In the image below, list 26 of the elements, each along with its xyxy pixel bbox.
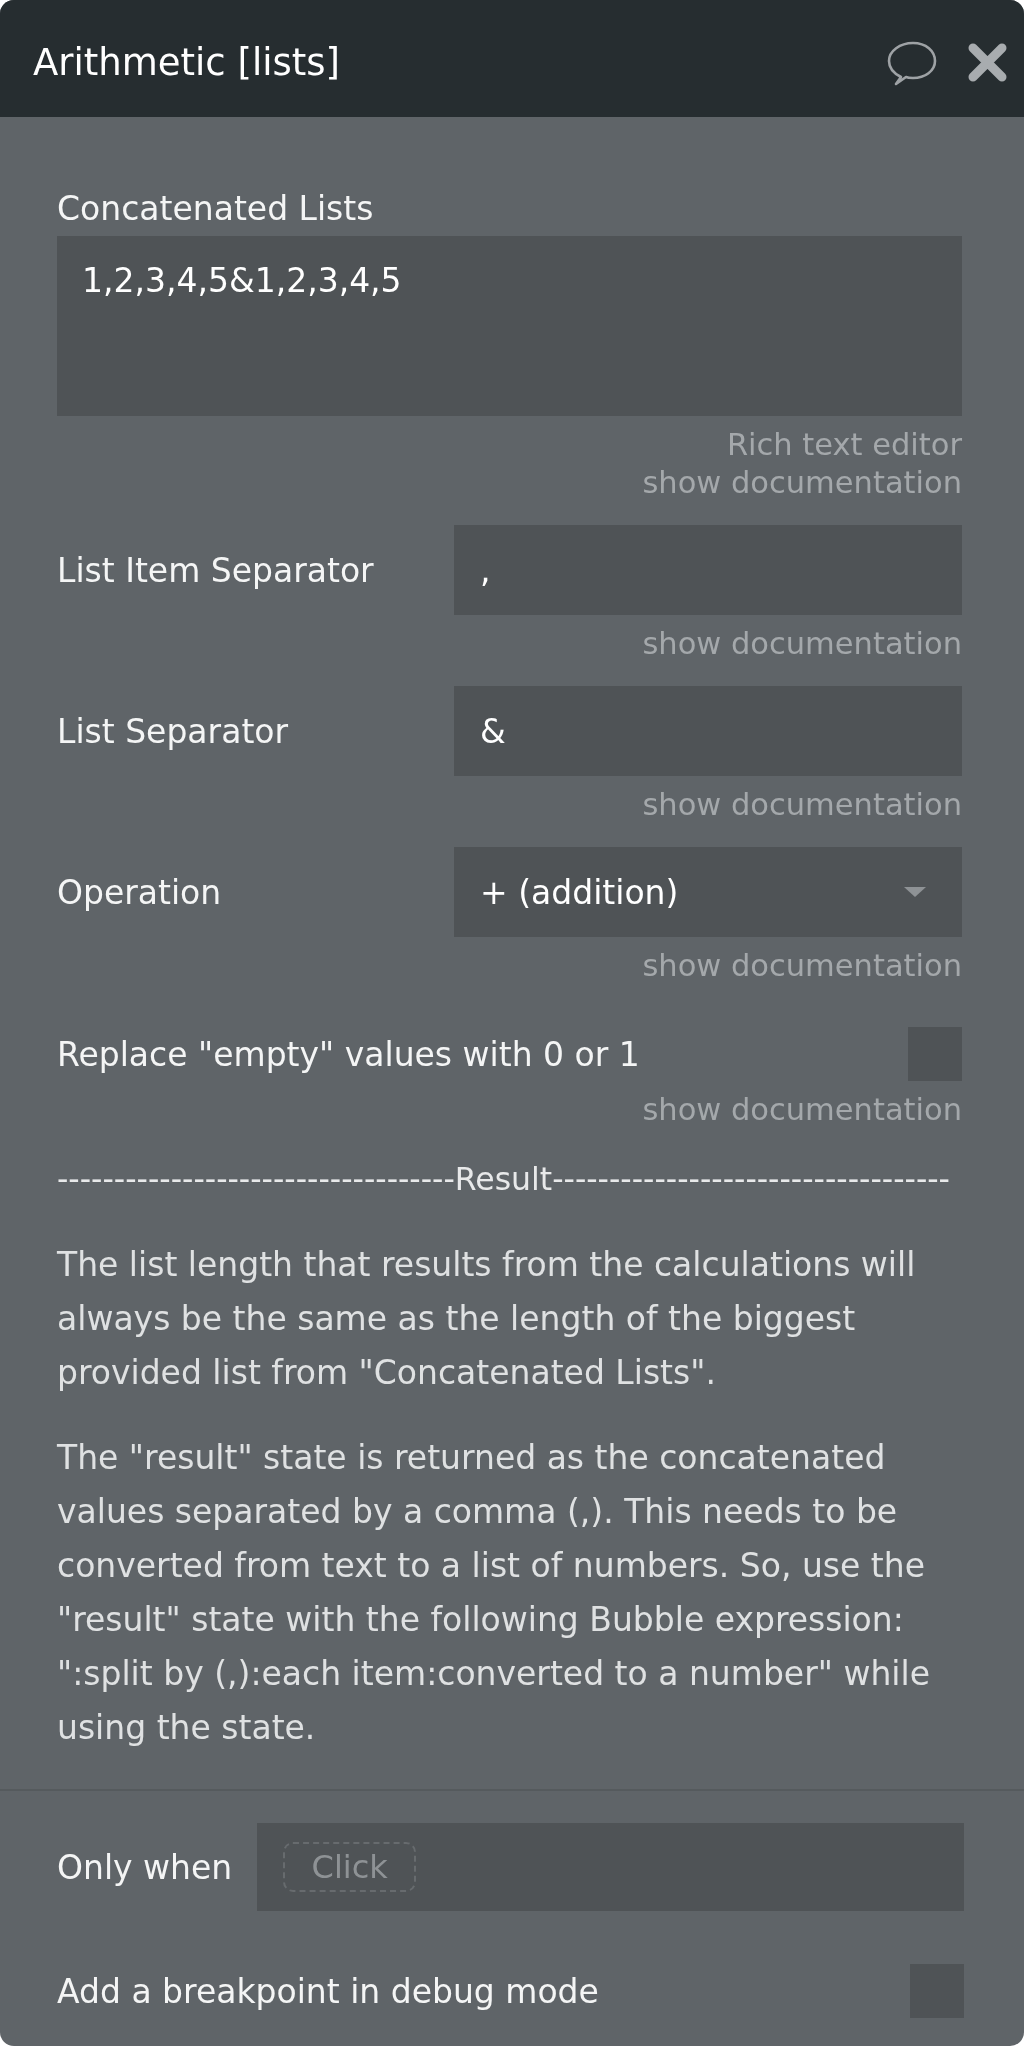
description-text: The "result" state is returned as the concatenated values separated by a comma (,). This needs to be converted from text to a list of numbers. So, use the "result" state with the following Bubble expression: ":split by (,):each item:converted to a number" while using the state. bbox=[57, 1437, 931, 1749]
result-heading: -----------------------------------Result----------------------------------- bbox=[57, 1160, 951, 1199]
click-button[interactable]: Click bbox=[283, 1842, 417, 1892]
documentation-link[interactable]: show documentation bbox=[642, 1091, 962, 1129]
text-input[interactable]: , bbox=[454, 525, 962, 615]
panel-title: Arithmetic [lists] bbox=[33, 39, 341, 86]
field-label: Replace "empty" values with 0 or 1 bbox=[57, 1033, 641, 1076]
rich-text-editor-link[interactable]: Rich text editor bbox=[726, 426, 962, 464]
field-label: Only when bbox=[57, 1846, 233, 1889]
documentation-link[interactable]: show documentation bbox=[642, 947, 962, 985]
field-label: Concatenated Lists bbox=[57, 188, 375, 230]
close-icon[interactable] bbox=[968, 43, 1007, 82]
documentation-link[interactable]: show documentation bbox=[642, 464, 962, 502]
field-label: Add a breakpoint in debug mode bbox=[57, 1970, 600, 2013]
text-input[interactable]: & bbox=[454, 686, 962, 776]
description-text: The list length that results from the calculations will always be the same as the length of the biggest provided list from "Concatenated Lists". bbox=[57, 1244, 917, 1394]
field-label: Operation bbox=[57, 871, 223, 914]
expression-field[interactable]: Click bbox=[257, 1823, 964, 1911]
comment-icon[interactable] bbox=[887, 39, 937, 86]
dropdown[interactable]: + (addition) bbox=[454, 847, 962, 937]
text-area[interactable]: 1,2,3,4,5&1,2,3,4,5 bbox=[57, 236, 962, 416]
field-label: List Item Separator bbox=[57, 549, 375, 592]
documentation-link[interactable]: show documentation bbox=[642, 786, 962, 824]
documentation-link[interactable]: show documentation bbox=[642, 625, 962, 663]
field-label: List Separator bbox=[57, 710, 290, 753]
caret-icon bbox=[904, 887, 926, 897]
